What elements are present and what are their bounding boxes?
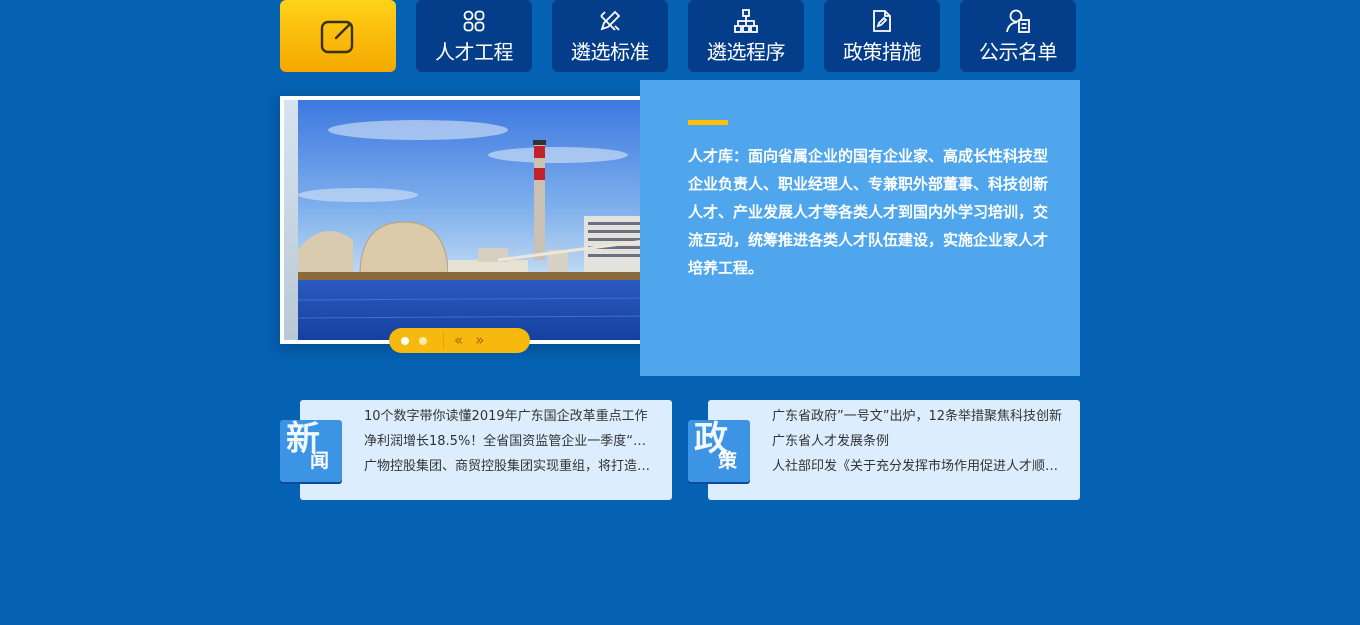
news-item[interactable]: 10个数字带你读懂2019年广东国企改革重点工作 — [364, 404, 656, 429]
image-slider[interactable] — [280, 96, 656, 344]
policy-badge-char-2: 策 — [718, 450, 738, 472]
edit-square-icon — [320, 20, 354, 54]
policy-item[interactable]: 广东省人才发展条例 — [772, 429, 1064, 454]
control-divider — [443, 331, 444, 350]
prev-slide-icon[interactable]: « — [454, 333, 463, 348]
nav-label: 遴选标准 — [571, 39, 650, 64]
apps-grid-icon — [463, 10, 485, 31]
news-badge-char-2: 闻 — [310, 450, 330, 472]
home-button[interactable] — [280, 0, 396, 72]
slider-controls: « » — [389, 328, 530, 353]
power-plant-photo — [298, 100, 652, 340]
top-nav: 人才工程 遴选标准 遴选程序 政策措施 公示名单 — [280, 0, 1080, 72]
accent-bar — [688, 120, 728, 125]
pencil-ruler-icon — [600, 10, 621, 31]
org-chart-icon — [734, 8, 758, 33]
nav-label: 遴选程序 — [707, 39, 786, 64]
document-edit-icon — [873, 9, 891, 32]
news-item[interactable]: 广物控股集团、商贸控股集团实现重组，将打造千亿级企业 — [364, 454, 656, 479]
nav-label: 政策措施 — [843, 39, 922, 64]
slide-dot-1[interactable] — [401, 336, 409, 345]
nav-label: 人才工程 — [435, 39, 514, 64]
nav-item-selection-procedure[interactable]: 遴选程序 — [688, 0, 804, 72]
user-list-icon — [1006, 9, 1030, 33]
news-item[interactable]: 净利润增长18.5%！全省国资监管企业一季度“开门红” — [364, 429, 656, 454]
nav-item-public-list[interactable]: 公示名单 — [960, 0, 1076, 72]
nav-item-selection-criteria[interactable]: 遴选标准 — [552, 0, 668, 72]
talent-pool-info-panel: 人才库：面向省属企业的国有企业家、高成长性科技型企业负责人、职业经理人、专兼职外… — [640, 80, 1080, 376]
nav-item-policy-measures[interactable]: 政策措施 — [824, 0, 940, 72]
policy-list: 广东省政府”一号文”出炉，12条举措聚焦科技创新 广东省人才发展条例 人社部印发… — [772, 404, 1064, 479]
policy-item[interactable]: 人社部印发《关于充分发挥市场作用促进人才顺畅有序流动的意见》 — [772, 454, 1064, 479]
news-list: 10个数字带你读懂2019年广东国企改革重点工作 净利润增长18.5%！全省国资… — [364, 404, 656, 479]
nav-item-talent-project[interactable]: 人才工程 — [416, 0, 532, 72]
news-badge[interactable]: 新 闻 — [280, 420, 342, 482]
policy-item[interactable]: 广东省政府”一号文”出炉，12条举措聚焦科技创新 — [772, 404, 1064, 429]
policy-badge[interactable]: 政 策 — [688, 420, 750, 482]
previous-slide-edge — [284, 100, 298, 340]
talent-pool-description: 人才库：面向省属企业的国有企业家、高成长性科技型企业负责人、职业经理人、专兼职外… — [688, 147, 1049, 277]
nav-label: 公示名单 — [979, 39, 1058, 64]
slide-dot-2[interactable] — [419, 336, 427, 345]
next-slide-icon[interactable]: » — [475, 333, 484, 348]
